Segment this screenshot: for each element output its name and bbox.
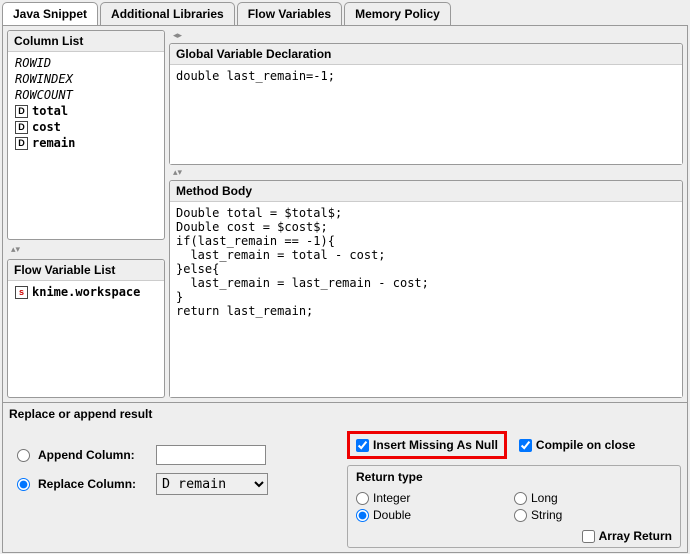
- list-item[interactable]: Dremain: [11, 135, 161, 151]
- column-list-panel: Column List ROWID ROWINDEX ROWCOUNT Dtot…: [7, 30, 165, 240]
- double-type-icon: D: [15, 121, 28, 134]
- return-integer-label: Integer: [373, 491, 410, 505]
- return-integer-radio[interactable]: [356, 492, 369, 505]
- list-item[interactable]: s knime.workspace: [11, 284, 161, 300]
- replace-column-label: Replace Column:: [38, 477, 148, 491]
- result-section-title: Replace or append result: [9, 407, 681, 421]
- return-string-label: String: [531, 508, 562, 522]
- tab-java-snippet[interactable]: Java Snippet: [2, 2, 98, 25]
- tab-memory-policy[interactable]: Memory Policy: [344, 2, 451, 25]
- tab-content: Column List ROWID ROWINDEX ROWCOUNT Dtot…: [2, 25, 688, 553]
- global-variable-panel: Global Variable Declaration double last_…: [169, 43, 683, 165]
- resize-handle[interactable]: ▴▾: [169, 167, 683, 178]
- flow-variable-panel: Flow Variable List s knime.workspace: [7, 259, 165, 398]
- tab-flow-variables[interactable]: Flow Variables: [237, 2, 342, 25]
- method-body-title: Method Body: [170, 181, 682, 202]
- tab-bar: Java Snippet Additional Libraries Flow V…: [0, 0, 690, 25]
- list-item[interactable]: Dcost: [11, 119, 161, 135]
- insert-missing-checkbox[interactable]: [356, 439, 369, 452]
- options-group: Insert Missing As Null Compile on close …: [347, 431, 681, 548]
- global-variable-editor[interactable]: double last_remain=-1;: [170, 65, 682, 164]
- result-group: Append Column: Replace Column: D remain: [9, 431, 339, 509]
- list-item[interactable]: ROWCOUNT: [11, 87, 161, 103]
- list-item[interactable]: ROWINDEX: [11, 71, 161, 87]
- col-name: cost: [32, 120, 61, 134]
- return-type-group: Return type Integer Double Long String: [347, 465, 681, 548]
- replace-column-radio[interactable]: [17, 478, 30, 491]
- method-body-panel: Method Body Double total = $total$; Doub…: [169, 180, 683, 398]
- insert-missing-label: Insert Missing As Null: [373, 438, 498, 452]
- append-column-input[interactable]: [156, 445, 266, 465]
- append-column-label: Append Column:: [38, 448, 148, 462]
- column-list-title: Column List: [8, 31, 164, 52]
- compile-on-close-label: Compile on close: [536, 438, 635, 452]
- list-item[interactable]: Dtotal: [11, 103, 161, 119]
- string-type-icon: s: [15, 286, 28, 299]
- highlight-box: Insert Missing As Null: [347, 431, 507, 459]
- flow-var-name: knime.workspace: [32, 285, 140, 299]
- compile-on-close-checkbox[interactable]: [519, 439, 532, 452]
- return-string-radio[interactable]: [514, 509, 527, 522]
- tab-additional-libraries[interactable]: Additional Libraries: [100, 2, 235, 25]
- col-name: remain: [32, 136, 75, 150]
- return-long-radio[interactable]: [514, 492, 527, 505]
- array-return-checkbox[interactable]: [582, 530, 595, 543]
- resize-handle[interactable]: ◂▸: [169, 30, 683, 41]
- list-item[interactable]: ROWID: [11, 55, 161, 71]
- replace-column-select[interactable]: D remain: [156, 473, 268, 495]
- double-type-icon: D: [15, 137, 28, 150]
- array-return-label: Array Return: [599, 529, 672, 543]
- double-type-icon: D: [15, 105, 28, 118]
- col-name: total: [32, 104, 68, 118]
- column-list-body[interactable]: ROWID ROWINDEX ROWCOUNT Dtotal Dcost Dre…: [8, 52, 164, 239]
- method-body-editor[interactable]: Double total = $total$; Double cost = $c…: [170, 202, 682, 397]
- return-long-label: Long: [531, 491, 558, 505]
- global-variable-title: Global Variable Declaration: [170, 44, 682, 65]
- resize-handle[interactable]: ▴▾: [7, 244, 165, 255]
- return-double-label: Double: [373, 508, 411, 522]
- return-type-title: Return type: [356, 470, 672, 484]
- flow-variable-body[interactable]: s knime.workspace: [8, 281, 164, 397]
- return-double-radio[interactable]: [356, 509, 369, 522]
- append-column-radio[interactable]: [17, 449, 30, 462]
- flow-variable-title: Flow Variable List: [8, 260, 164, 281]
